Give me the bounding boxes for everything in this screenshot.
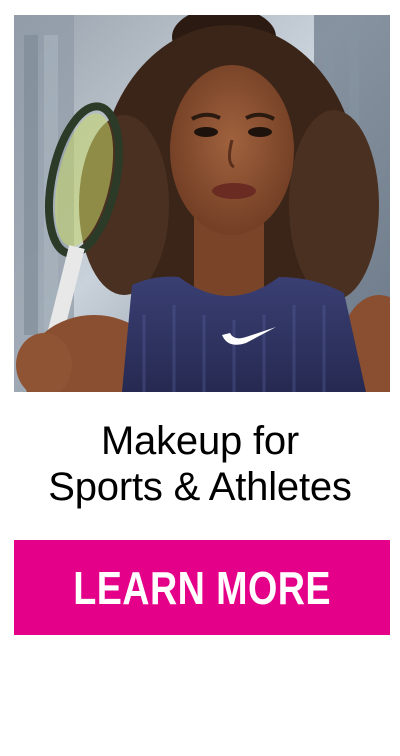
athlete-photo — [14, 15, 390, 392]
learn-more-button[interactable]: LEARN MORE — [14, 540, 390, 635]
hero-image[interactable] — [14, 15, 390, 392]
promo-headline: Makeup for Sports & Athletes — [0, 418, 400, 510]
headline-line-2: Sports & Athletes — [48, 465, 352, 509]
headline-line-1: Makeup for — [100, 419, 300, 463]
learn-more-label: LEARN MORE — [73, 561, 331, 614]
